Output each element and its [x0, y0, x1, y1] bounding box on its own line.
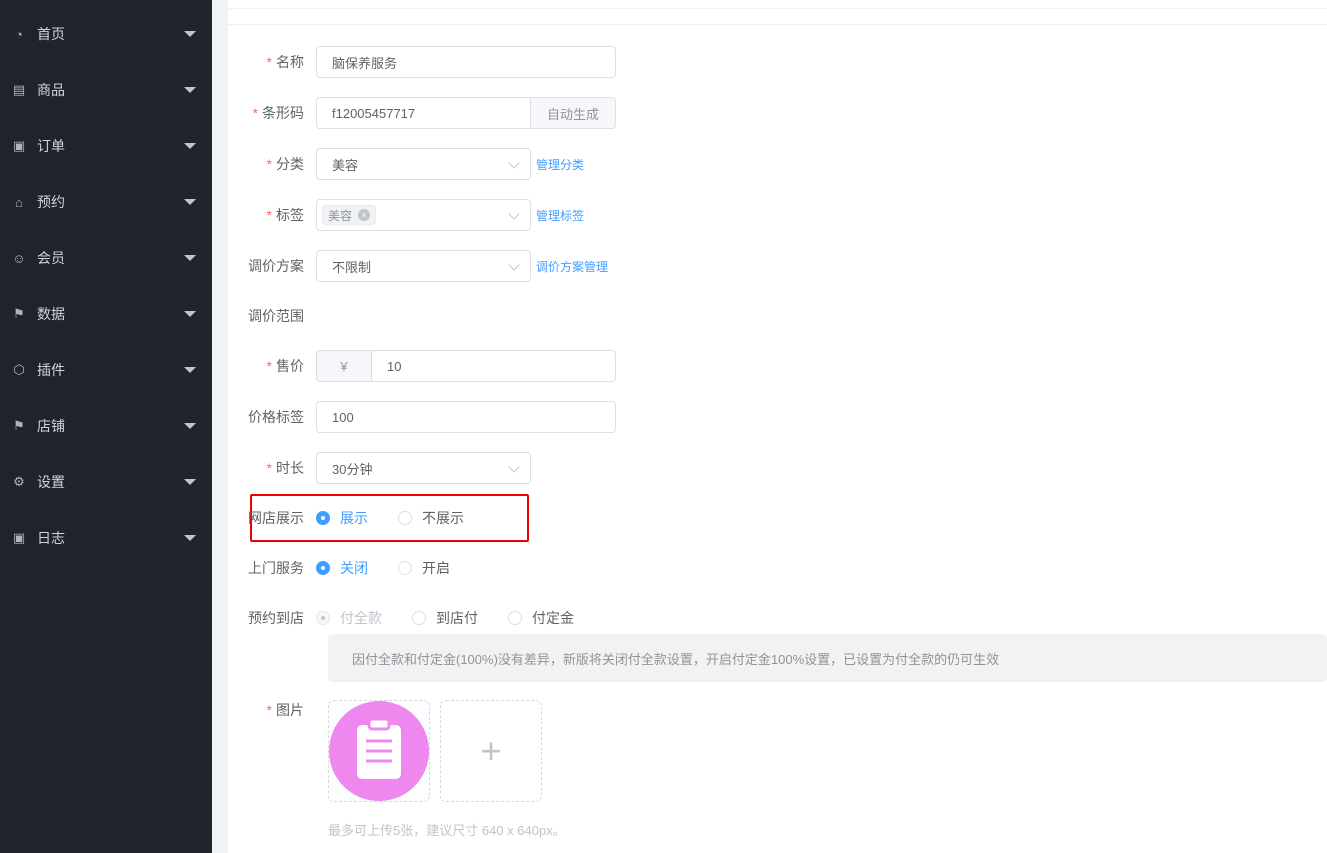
radio-full-payment: 付全款	[316, 608, 382, 628]
dashboard-icon: ◔	[15, 26, 23, 42]
price-label: * 售价	[266, 358, 304, 374]
category-label: * 分类	[266, 156, 304, 172]
caret-down-icon	[184, 87, 196, 93]
price-tag-input[interactable]: 100	[316, 401, 616, 433]
caret-down-icon	[184, 199, 196, 205]
product-form: * 名称 脑保养服务 * 条形码 f12005457717 自动生成 * 分类 美容 …	[228, 0, 1327, 853]
home-icon: ⌂	[15, 194, 23, 210]
barcode-label: * 条形码	[252, 105, 304, 121]
sidebar: ◔ 首页 ▤ 商品 ▣ 订单 ⌂ 预约 ☺ 会员 ⚑ 数据 ⬡ 插件 ⚑ 店铺 ⚙ 设置 ▣ 日志	[0, 0, 212, 853]
chevron-down-icon	[508, 208, 520, 220]
plus-icon: +	[480, 730, 502, 771]
duration-label: * 时长	[266, 460, 304, 476]
close-icon[interactable]: ×	[358, 209, 371, 221]
price-plan-label: 调价方案	[248, 258, 304, 274]
caret-down-icon	[184, 31, 196, 37]
flag-icon: ⚑	[13, 418, 25, 433]
radio-dot	[398, 511, 412, 525]
images-label: * 图片	[266, 702, 304, 718]
duration-select[interactable]: 30分钟	[316, 452, 531, 484]
content-gutter	[212, 0, 228, 853]
radio-dot	[316, 611, 330, 625]
tags-select[interactable]: 美容 ×	[316, 199, 531, 231]
currency-prefix: ¥	[316, 350, 371, 382]
price-plan-manage-link[interactable]: 调价方案管理	[536, 258, 608, 275]
caret-down-icon	[184, 143, 196, 149]
sidebar-item[interactable]: ▣ 订单	[0, 118, 212, 174]
price-range-label: 调价范围	[248, 308, 304, 324]
sidebar-item-label: 会员	[37, 250, 65, 266]
radio-no-display[interactable]: 不展示	[398, 508, 464, 528]
sidebar-item-label: 插件	[37, 362, 65, 378]
upload-add-button[interactable]: +	[440, 700, 542, 802]
upload-tip: 最多可上传5张，建议尺寸 640 x 640px。	[328, 823, 566, 838]
sidebar-item-label: 店铺	[37, 418, 65, 434]
booking-label: 预约到店	[248, 610, 304, 626]
radio-deposit[interactable]: 付定金	[508, 608, 574, 628]
radio-dot	[316, 561, 330, 575]
price-input[interactable]: 10	[371, 350, 616, 382]
radio-pay-at-store[interactable]: 到店付	[412, 608, 478, 628]
caret-down-icon	[184, 535, 196, 541]
sidebar-item-label: 订单	[37, 138, 65, 154]
manage-category-link[interactable]: 管理分类	[536, 156, 584, 173]
manage-tags-link[interactable]: 管理标签	[536, 207, 584, 224]
user-icon: ☺	[12, 250, 26, 266]
price-tag-label: 价格标签	[248, 409, 304, 425]
radio-off[interactable]: 关闭	[316, 558, 368, 578]
caret-down-icon	[184, 367, 196, 373]
sidebar-item-label: 预约	[37, 194, 65, 210]
caret-down-icon	[184, 311, 196, 317]
sidebar-item[interactable]: ▣ 日志	[0, 510, 212, 566]
sidebar-item[interactable]: ⚑ 店铺	[0, 398, 212, 454]
radio-dot	[412, 611, 426, 625]
radio-dot	[316, 511, 330, 525]
sidebar-item-label: 商品	[37, 82, 65, 98]
caret-down-icon	[184, 423, 196, 429]
sidebar-item-label: 首页	[37, 26, 65, 42]
caret-down-icon	[184, 255, 196, 261]
clipboard-image-icon	[329, 701, 429, 801]
document-icon: ▤	[12, 82, 26, 97]
gear-icon: ⚙	[13, 474, 25, 489]
uploaded-image[interactable]	[328, 700, 430, 802]
sidebar-item[interactable]: ☺ 会员	[0, 230, 212, 286]
tags-label: * 标签	[266, 207, 304, 223]
sidebar-item[interactable]: ⬡ 插件	[0, 342, 212, 398]
home-service-label: 上门服务	[248, 560, 304, 576]
category-select[interactable]: 美容	[316, 148, 531, 180]
radio-dot	[508, 611, 522, 625]
chevron-down-icon	[508, 461, 520, 473]
sidebar-item[interactable]: ⚑ 数据	[0, 286, 212, 342]
sidebar-item[interactable]: ▤ 商品	[0, 62, 212, 118]
auto-generate-button[interactable]: 自动生成	[531, 97, 616, 129]
sidebar-item[interactable]: ◔ 首页	[0, 6, 212, 62]
online-display-label: 网店展示	[248, 510, 304, 526]
name-input[interactable]: 脑保养服务	[316, 46, 616, 78]
sidebar-item-label: 设置	[37, 474, 65, 490]
sidebar-item[interactable]: ⚙ 设置	[0, 454, 212, 510]
caret-down-icon	[184, 479, 196, 485]
clipboard-icon: ▣	[12, 530, 26, 545]
radio-dot	[398, 561, 412, 575]
flag-icon: ⚑	[13, 306, 25, 321]
sidebar-item[interactable]: ⌂ 预约	[0, 174, 212, 230]
booking-notice: 因付全款和付定金(100%)没有差异，新版将关闭付全款设置，开启付定金100%设…	[328, 634, 1327, 682]
barcode-input[interactable]: f12005457717	[316, 97, 531, 129]
cube-icon: ⬡	[13, 362, 25, 377]
radio-display[interactable]: 展示	[316, 508, 368, 528]
sidebar-item-label: 数据	[37, 306, 65, 322]
price-plan-select[interactable]: 不限制	[316, 250, 531, 282]
tag-chip: 美容 ×	[322, 205, 377, 225]
clipboard-icon: ▣	[12, 138, 26, 153]
chevron-down-icon	[508, 259, 520, 271]
sidebar-item-label: 日志	[37, 530, 65, 546]
name-label: * 名称	[266, 54, 304, 70]
chevron-down-icon	[508, 157, 520, 169]
radio-on[interactable]: 开启	[398, 558, 450, 578]
header-bar	[228, 0, 1327, 25]
